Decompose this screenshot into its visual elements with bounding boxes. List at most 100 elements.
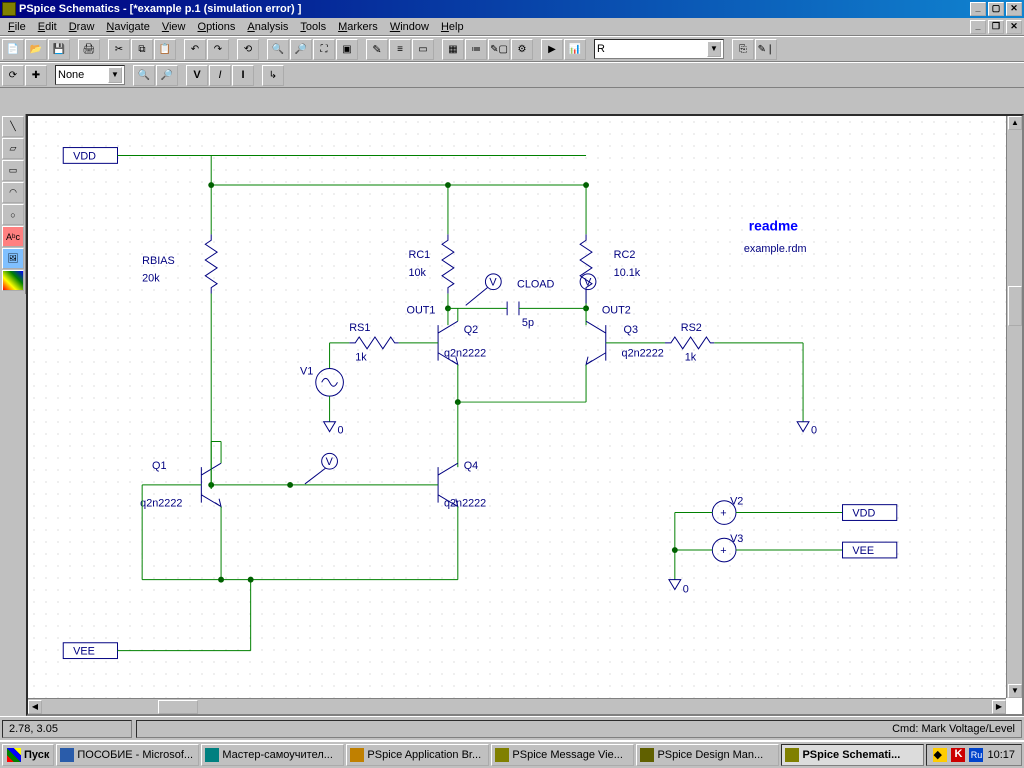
insert-pic-tool[interactable]: 🖼 xyxy=(2,248,24,269)
menubar: File Edit Draw Navigate View Options Ana… xyxy=(0,18,1024,36)
cross-button[interactable]: ✚ xyxy=(25,65,47,86)
schematic-canvas[interactable]: VDD VEE RBIAS 20k RC1 10k OUT1 RC2 10.1k xyxy=(28,116,1006,698)
simulate-button[interactable]: ▶ xyxy=(541,39,563,60)
svg-text:V: V xyxy=(489,277,497,289)
draw-bus-button[interactable]: ≡ xyxy=(389,39,411,60)
results-button[interactable]: 📊 xyxy=(564,39,586,60)
svg-text:+: + xyxy=(720,507,726,519)
mdi-minimize-button[interactable]: _ xyxy=(970,20,986,34)
taskbar-task[interactable]: PSpice Design Man... xyxy=(636,744,779,766)
svg-text:VEE: VEE xyxy=(852,545,874,557)
menu-help[interactable]: Help xyxy=(435,20,470,34)
tray-kav-icon[interactable]: K xyxy=(951,748,965,762)
enable-button[interactable]: ↳ xyxy=(262,65,284,86)
menu-edit[interactable]: Edit xyxy=(32,20,63,34)
color-tool[interactable] xyxy=(2,270,24,291)
schematic-svg: VDD VEE RBIAS 20k RC1 10k OUT1 RC2 10.1k xyxy=(28,116,1006,698)
redo-button[interactable]: ↷ xyxy=(207,39,229,60)
minimize-button[interactable]: _ xyxy=(970,2,986,16)
svg-text:V2: V2 xyxy=(730,496,743,508)
svg-text:0: 0 xyxy=(811,425,817,437)
setup-button[interactable]: ⚙ xyxy=(511,39,533,60)
taskbar-task[interactable]: PSpice Schemati... xyxy=(781,744,924,766)
tray-lang-icon[interactable]: Ru xyxy=(969,748,983,762)
taskbar-task[interactable]: ПОСОБИЕ - Microsof... xyxy=(56,744,199,766)
scroll-up-icon[interactable]: ▲ xyxy=(1008,116,1022,130)
paste-button[interactable]: 📋 xyxy=(154,39,176,60)
zoom-out-button[interactable]: 🔎 xyxy=(290,39,312,60)
menu-view[interactable]: View xyxy=(156,20,192,34)
scroll-left-icon[interactable]: ◀ xyxy=(28,700,42,714)
combo-arrow-icon[interactable]: ▼ xyxy=(108,67,122,83)
svg-text:VDD: VDD xyxy=(73,150,96,162)
menu-navigate[interactable]: Navigate xyxy=(100,20,155,34)
menu-tools[interactable]: Tools xyxy=(294,20,332,34)
mdi-restore-button[interactable]: ❐ xyxy=(988,20,1004,34)
mdi-close-button[interactable]: ✕ xyxy=(1006,20,1022,34)
scroll-thumb-h[interactable] xyxy=(158,700,198,714)
line-tool[interactable]: ╲ xyxy=(2,116,24,137)
svg-text:example.rdm: example.rdm xyxy=(744,243,807,255)
svg-text:CLOAD: CLOAD xyxy=(517,279,555,291)
menu-file[interactable]: File xyxy=(2,20,32,34)
marker-i-button[interactable]: I xyxy=(209,65,231,86)
arc-tool[interactable]: ◠ xyxy=(2,182,24,203)
scroll-thumb-v[interactable] xyxy=(1008,286,1022,326)
new-button[interactable]: 📄 xyxy=(2,39,24,60)
edit-attr-button[interactable]: ✎❘ xyxy=(755,39,777,60)
combo-arrow-icon[interactable]: ▼ xyxy=(707,41,721,57)
scroll-down-icon[interactable]: ▼ xyxy=(1008,684,1022,698)
zoom-in2-button[interactable]: 🔍 xyxy=(133,65,155,86)
statusbar: 2.78, 3.05 Cmd: Mark Voltage/Level xyxy=(0,716,1024,740)
refresh-button[interactable]: ⟳ xyxy=(2,65,24,86)
cut-button[interactable]: ✂ xyxy=(108,39,130,60)
open-button[interactable]: 📂 xyxy=(25,39,47,60)
save-button[interactable]: 💾 xyxy=(48,39,70,60)
maximize-button[interactable]: ▢ xyxy=(988,2,1004,16)
textbox-button[interactable]: ▭ xyxy=(412,39,434,60)
zoom-out2-button[interactable]: 🔎 xyxy=(156,65,178,86)
scrollbar-horizontal[interactable]: ◀ ▶ xyxy=(28,698,1006,714)
menu-window[interactable]: Window xyxy=(384,20,435,34)
system-tray[interactable]: ◆ K Ru 10:17 xyxy=(926,744,1022,766)
part-name-combo[interactable]: R ▼ xyxy=(594,39,724,59)
zoom-area-button[interactable]: ⛶ xyxy=(313,39,335,60)
text-tool[interactable]: Aᵇc xyxy=(2,226,24,247)
scroll-right-icon[interactable]: ▶ xyxy=(992,700,1006,714)
print-button[interactable]: 🖨 xyxy=(78,39,100,60)
menu-analysis[interactable]: Analysis xyxy=(241,20,294,34)
close-button[interactable]: ✕ xyxy=(1006,2,1022,16)
left-tool-palette: ╲ ▱ ▭ ◠ ○ Aᵇc 🖼 xyxy=(0,114,26,294)
task-icon xyxy=(350,748,364,762)
menu-markers[interactable]: Markers xyxy=(332,20,384,34)
circle-tool[interactable]: ○ xyxy=(2,204,24,225)
taskbar-task[interactable]: PSpice Message Vie... xyxy=(491,744,634,766)
start-button[interactable]: Пуск xyxy=(2,744,54,766)
task-icon xyxy=(640,748,654,762)
taskbar-task[interactable]: Мастер-самоучител... xyxy=(201,744,344,766)
svg-text:5p: 5p xyxy=(522,317,534,329)
scrollbar-vertical[interactable]: ▲ ▼ xyxy=(1006,116,1022,698)
place-part-button[interactable]: ⎘ xyxy=(732,39,754,60)
copy-button[interactable]: ⧉ xyxy=(131,39,153,60)
get-part-button[interactable]: ▦ xyxy=(442,39,464,60)
attributes-button[interactable]: ≔ xyxy=(465,39,487,60)
svg-text:20k: 20k xyxy=(142,273,160,285)
polyline-tool[interactable]: ▱ xyxy=(2,138,24,159)
marker-i2-button[interactable]: I xyxy=(232,65,254,86)
menu-options[interactable]: Options xyxy=(192,20,242,34)
taskbar-task[interactable]: PSpice Application Br... xyxy=(346,744,489,766)
windows-flag-icon xyxy=(7,748,21,762)
redraw-button[interactable]: ⟲ xyxy=(237,39,259,60)
marker-v-button[interactable]: V xyxy=(186,65,208,86)
canvas-wrap: VDD VEE RBIAS 20k RC1 10k OUT1 RC2 10.1k xyxy=(26,114,1024,716)
draw-wire-button[interactable]: ✎ xyxy=(366,39,388,60)
symbol-editor-button[interactable]: ✎▢ xyxy=(488,39,510,60)
tray-icon[interactable]: ◆ xyxy=(933,748,947,762)
undo-button[interactable]: ↶ xyxy=(184,39,206,60)
zoom-in-button[interactable]: 🔍 xyxy=(267,39,289,60)
menu-draw[interactable]: Draw xyxy=(63,20,101,34)
zoom-fit-button[interactable]: ▣ xyxy=(336,39,358,60)
rect-tool[interactable]: ▭ xyxy=(2,160,24,181)
marker-combo[interactable]: None ▼ xyxy=(55,65,125,85)
